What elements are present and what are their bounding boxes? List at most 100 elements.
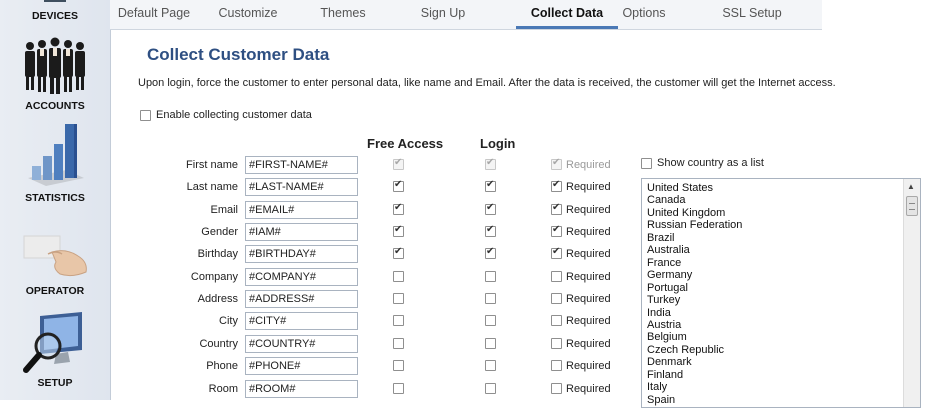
company-field[interactable] <box>245 268 358 286</box>
country-option[interactable]: Canada <box>647 194 686 207</box>
company-required-checkbox[interactable] <box>551 271 562 282</box>
login-column-header: Login <box>480 136 516 151</box>
sidebar-item-label: SETUP <box>37 377 73 389</box>
company-login-checkbox[interactable] <box>485 271 496 282</box>
country-login-checkbox[interactable] <box>485 338 496 349</box>
last-name-login-checkbox[interactable] <box>485 179 496 192</box>
room-required-label: Required <box>566 383 611 395</box>
phone-required-label: Required <box>566 360 611 372</box>
country-option[interactable]: United States <box>647 182 713 195</box>
tab-default-page[interactable]: Default Page <box>110 0 198 29</box>
country-free-access-checkbox[interactable] <box>393 338 404 349</box>
country-required-checkbox[interactable] <box>551 338 562 349</box>
scroll-up-arrow-icon[interactable]: ▲ <box>907 182 915 191</box>
birthday-free-access-checkbox[interactable] <box>393 246 404 259</box>
city-login-checkbox[interactable] <box>485 315 496 326</box>
page-description: Upon login, force the customer to enter … <box>138 77 836 89</box>
company-free-access-checkbox[interactable] <box>393 271 404 282</box>
room-login-checkbox[interactable] <box>485 383 496 394</box>
sidebar-item-setup[interactable]: SETUP <box>0 310 110 400</box>
room-field[interactable] <box>245 380 358 398</box>
address-field[interactable] <box>245 290 358 308</box>
birthday-field[interactable] <box>245 245 358 263</box>
country-option[interactable]: Denmark <box>647 356 692 369</box>
address-free-access-checkbox[interactable] <box>393 293 404 304</box>
country-option[interactable]: France <box>647 257 681 270</box>
address-login-checkbox[interactable] <box>485 293 496 304</box>
sidebar-item-label: OPERATOR <box>25 285 85 297</box>
show-country-label: Show country as a list <box>657 157 764 169</box>
email-required-checkbox[interactable] <box>551 202 562 215</box>
first-name-free-access-checkbox <box>393 157 404 170</box>
enable-collecting-checkbox[interactable] <box>140 110 151 121</box>
country-option[interactable]: United Kingdom <box>647 207 725 220</box>
first-name-required-checkbox <box>551 157 562 170</box>
last-name-field[interactable] <box>245 178 358 196</box>
first-name-field[interactable] <box>245 156 358 174</box>
phone-login-checkbox[interactable] <box>485 360 496 371</box>
country-option[interactable]: Italy <box>647 381 667 394</box>
country-field[interactable] <box>245 335 358 353</box>
scroll-thumb[interactable] <box>906 196 918 216</box>
tab-sign-up[interactable]: Sign Up <box>410 0 476 29</box>
email-login-checkbox[interactable] <box>485 202 496 215</box>
phone-label: Phone <box>206 360 238 372</box>
statistics-bar-chart-icon <box>26 122 86 191</box>
email-field[interactable] <box>245 201 358 219</box>
city-field[interactable] <box>245 312 358 330</box>
address-required-checkbox[interactable] <box>551 293 562 304</box>
room-required-checkbox[interactable] <box>551 383 562 394</box>
room-label: Room <box>208 383 238 395</box>
email-required-label: Required <box>566 204 611 216</box>
gender-free-access-checkbox[interactable] <box>393 224 404 237</box>
birthday-login-checkbox[interactable] <box>485 246 496 259</box>
company-label: Company <box>190 271 238 283</box>
country-option[interactable]: Portugal <box>647 282 688 295</box>
phone-required-checkbox[interactable] <box>551 360 562 371</box>
birthday-required-checkbox[interactable] <box>551 246 562 259</box>
sidebar-item-operator[interactable]: OPERATOR <box>0 228 110 300</box>
country-option[interactable]: Germany <box>647 269 692 282</box>
email-free-access-checkbox[interactable] <box>393 202 404 215</box>
country-option[interactable]: Austria <box>647 319 681 332</box>
phone-free-access-checkbox[interactable] <box>393 360 404 371</box>
tab-ssl-setup[interactable]: SSL Setup <box>712 0 792 29</box>
country-option[interactable]: Brazil <box>647 232 675 245</box>
country-list-scrollbar[interactable]: ▲ <box>903 179 920 407</box>
country-option[interactable]: Czech Republic <box>647 344 724 357</box>
sidebar-item-label: ACCOUNTS <box>25 100 85 112</box>
tab-options[interactable]: Options <box>618 0 670 29</box>
sidebar-item-label: STATISTICS <box>25 192 85 204</box>
last-name-required-checkbox[interactable] <box>551 179 562 192</box>
city-required-checkbox[interactable] <box>551 315 562 326</box>
operator-card-hand-icon <box>22 234 90 283</box>
page-title: Collect Customer Data <box>147 45 330 64</box>
phone-field[interactable] <box>245 357 358 375</box>
birthday-label: Birthday <box>197 248 238 260</box>
sidebar-item-devices[interactable]: DEVICES <box>0 0 110 26</box>
first-name-label: First name <box>186 159 238 171</box>
tab-themes[interactable]: Themes <box>310 0 376 29</box>
tab-customize[interactable]: Customize <box>210 0 286 29</box>
sidebar-item-statistics[interactable]: STATISTICS <box>0 122 110 207</box>
gender-login-checkbox[interactable] <box>485 224 496 237</box>
tab-bar: Default Page Customize Themes Sign Up Co… <box>110 0 822 30</box>
last-name-required-label: Required <box>566 181 611 193</box>
city-free-access-checkbox[interactable] <box>393 315 404 326</box>
country-option[interactable]: India <box>647 307 671 320</box>
country-option[interactable]: Australia <box>647 244 690 257</box>
gender-required-label: Required <box>566 226 611 238</box>
country-option[interactable]: Turkey <box>647 294 680 307</box>
country-option[interactable]: Finland <box>647 369 683 382</box>
sidebar-item-accounts[interactable]: ACCOUNTS <box>0 36 110 116</box>
last-name-free-access-checkbox[interactable] <box>393 179 404 192</box>
country-listbox[interactable]: United States Canada United Kingdom Russian… <box>641 178 921 408</box>
show-country-checkbox[interactable] <box>641 158 652 169</box>
gender-field[interactable] <box>245 223 358 241</box>
tab-collect-data[interactable]: Collect Data <box>516 0 618 29</box>
country-option[interactable]: Russian Federation <box>647 219 742 232</box>
room-free-access-checkbox[interactable] <box>393 383 404 394</box>
gender-required-checkbox[interactable] <box>551 224 562 237</box>
sidebar: DEVICES ACCOUNTS STATISTICS OPERATOR SET… <box>0 0 111 400</box>
country-option[interactable]: Belgium <box>647 331 687 344</box>
